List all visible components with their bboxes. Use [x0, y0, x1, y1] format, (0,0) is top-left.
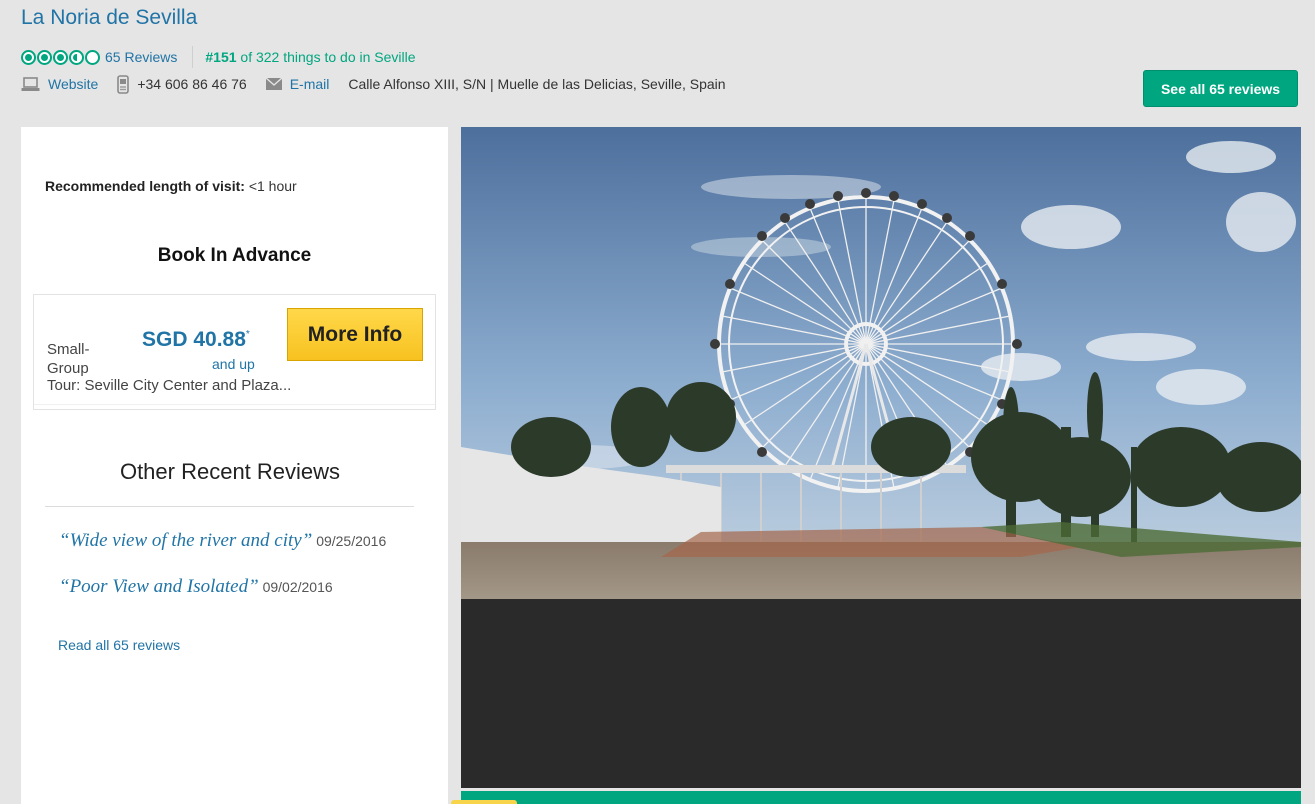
email-link[interactable]: E-mail: [290, 76, 330, 92]
price-suffix: and up: [212, 356, 255, 372]
website-item[interactable]: Website: [21, 76, 98, 92]
phone-icon: [117, 74, 130, 94]
rating-bubble-icon: [85, 49, 100, 65]
see-all-reviews-button[interactable]: See all 65 reviews: [1143, 70, 1298, 107]
rating-bubbles[interactable]: [21, 49, 100, 65]
tour-name-rest[interactable]: Tour: Seville City Center and Plaza...: [47, 377, 291, 394]
tour-name-start[interactable]: Small- Group: [47, 340, 90, 378]
contact-row: Website +34 606 86 46 76 E-mail Calle Al…: [21, 74, 726, 94]
other-reviews-title: Other Recent Reviews: [119, 459, 341, 484]
review-date: 09/25/2016: [316, 533, 387, 549]
sidebar-panel: Recommended length of visit: <1 hour Boo…: [21, 127, 448, 804]
phone-number: +34 606 86 46 76: [137, 76, 247, 92]
recommended-label: Recommended length of visit:: [45, 178, 245, 194]
attraction-photo: [461, 127, 1301, 599]
tour-price: SGD 40.88*: [142, 328, 250, 352]
review-item: “Wide view of the river and city” 09/25/…: [59, 530, 386, 552]
rank-text: of 322 things to do in Seville: [236, 49, 416, 65]
tour-offer-card[interactable]: Small- Group Tour: Seville City Center an…: [33, 294, 436, 410]
ranking-link[interactable]: #151 of 322 things to do in Seville: [205, 49, 415, 65]
rating-row: 65 Reviews #151 of 322 things to do in S…: [21, 46, 416, 68]
rating-bubble-icon: [69, 49, 84, 65]
rating-bubble-icon: [37, 49, 52, 65]
reviews-count-link[interactable]: 65 Reviews: [105, 49, 177, 65]
divider: [192, 46, 194, 68]
price-value: SGD 40.88: [142, 328, 246, 351]
more-info-button[interactable]: More Info: [287, 308, 423, 361]
price-asterisk: *: [245, 329, 250, 340]
phone-item: +34 606 86 46 76: [117, 74, 247, 94]
envelope-icon: [265, 78, 282, 90]
review-date: 09/02/2016: [262, 579, 333, 595]
recommended-length: Recommended length of visit: <1 hour: [45, 178, 297, 194]
attraction-title: La Noria de Sevilla: [21, 6, 198, 29]
book-in-advance-title: Book In Advance: [157, 245, 312, 266]
divider: [34, 404, 435, 405]
review-quote-link[interactable]: “Poor View and Isolated”: [59, 576, 259, 597]
read-all-reviews-link[interactable]: Read all 65 reviews: [58, 637, 180, 653]
rank-number: #151: [205, 49, 237, 65]
laptop-icon: [21, 76, 40, 91]
address-text: Calle Alfonso XIII, S/N | Muelle de las …: [348, 76, 726, 92]
rating-bubble-icon: [21, 49, 36, 65]
tour-name-line1: Small-: [47, 341, 90, 358]
yellow-tab[interactable]: [451, 800, 517, 804]
photo-viewer[interactable]: [461, 127, 1301, 788]
email-item[interactable]: E-mail: [265, 76, 330, 92]
rating-bubble-icon: [53, 49, 68, 65]
photo-footer-bar: [461, 791, 1301, 804]
recommended-value: <1 hour: [248, 178, 297, 194]
tour-name-line2: Group: [47, 360, 89, 377]
review-item: “Poor View and Isolated” 09/02/2016: [59, 576, 333, 598]
review-quote-link[interactable]: “Wide view of the river and city”: [59, 530, 312, 551]
website-link[interactable]: Website: [48, 76, 98, 92]
divider: [45, 506, 414, 507]
